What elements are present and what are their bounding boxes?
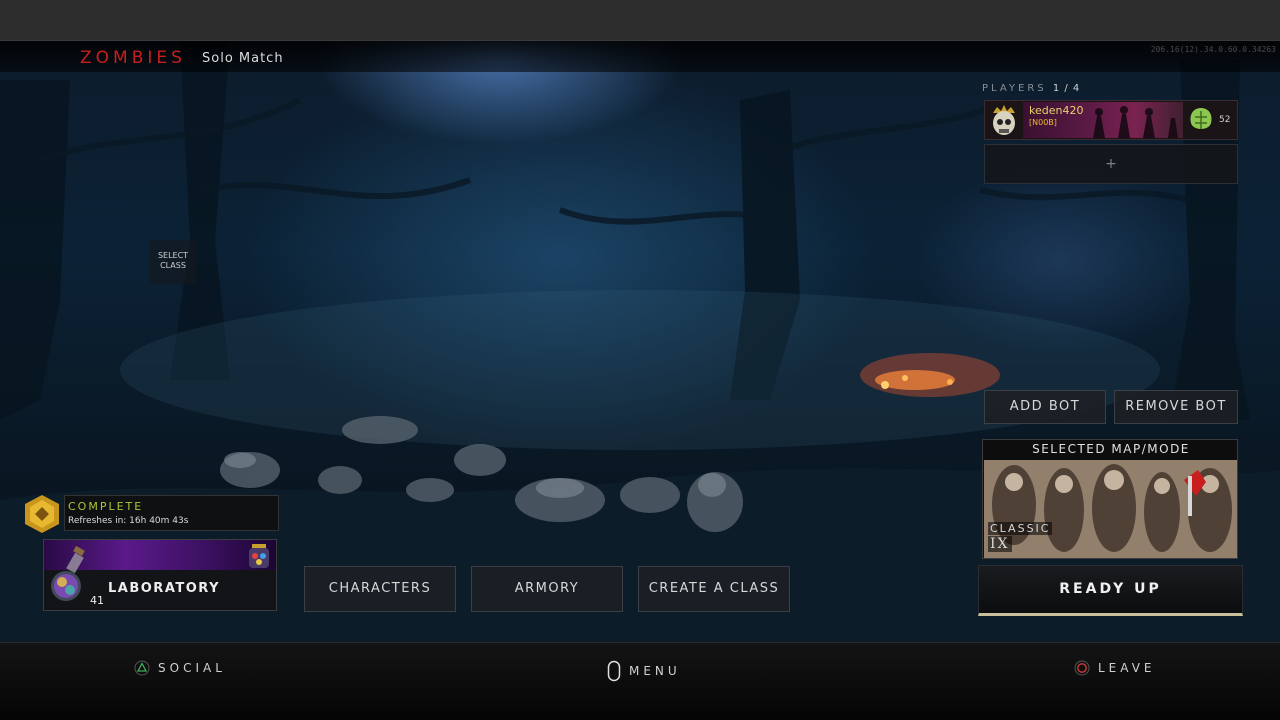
map-number-label: IX <box>988 536 1012 552</box>
touchpad-button-icon <box>607 660 621 682</box>
player-level: 52 <box>1219 115 1231 125</box>
player-clan-tag: [N00B] <box>1029 118 1057 127</box>
social-prompt[interactable]: SOCIAL <box>134 660 226 676</box>
players-count: 1 / 4 <box>1052 83 1081 94</box>
select-class-label-line2: CLASS <box>160 261 186 270</box>
players-label: PLAYERS 1 / 4 <box>982 83 1080 94</box>
prestige-skull-icon <box>993 105 1015 135</box>
ready-up-button[interactable]: READY UP <box>978 565 1243 616</box>
game-mode-title: ZOMBIES <box>80 48 186 68</box>
menu-label: MENU <box>629 664 681 678</box>
challenge-complete-label: COMPLETE <box>68 500 144 513</box>
rank-emblem-icon <box>1190 108 1212 129</box>
selected-map-heading: SELECTED MAP/MODE <box>983 440 1237 460</box>
map-mode-label: CLASSIC <box>988 522 1053 535</box>
header-bar <box>0 40 1280 72</box>
social-label: SOCIAL <box>158 661 226 675</box>
laboratory-label: LABORATORY <box>108 581 220 596</box>
remove-bot-button[interactable]: REMOVE BOT <box>1114 390 1238 424</box>
characters-button[interactable]: CHARACTERS <box>304 566 456 612</box>
selected-map-panel[interactable]: SELECTED MAP/MODE CLASSIC IX <box>982 439 1238 559</box>
match-type-label: Solo Match <box>202 51 284 66</box>
select-class-button[interactable]: SELECT CLASS <box>150 240 196 284</box>
challenge-refresh-timer: Refreshes in: 16h 40m 43s <box>68 516 189 526</box>
elixir-count: 41 <box>90 594 104 607</box>
players-heading: PLAYERS <box>982 83 1047 94</box>
elixir-vial-icon <box>51 546 85 601</box>
triangle-button-icon <box>134 660 150 676</box>
menu-prompt[interactable]: MENU <box>607 660 681 682</box>
leave-prompt[interactable]: LEAVE <box>1074 660 1156 676</box>
challenge-status: COMPLETE Refreshes in: 16h 40m 43s <box>22 494 279 533</box>
armory-button[interactable]: ARMORY <box>471 566 623 612</box>
leave-label: LEAVE <box>1098 661 1156 675</box>
add-bot-button[interactable]: ADD BOT <box>984 390 1106 424</box>
elixir-jar-icon <box>249 544 269 568</box>
player-slot-1[interactable]: keden420 [N00B] 52 <box>984 100 1238 140</box>
challenge-badge-icon <box>25 495 59 533</box>
circle-button-icon <box>1074 660 1090 676</box>
laboratory-button[interactable]: LABORATORY 41 <box>43 539 277 611</box>
select-class-label-line1: SELECT <box>157 251 189 260</box>
player-gamertag: keden420 <box>1029 104 1084 117</box>
map-key-art <box>984 460 1237 558</box>
build-id-text: 206.16(12).34.0.60.0.34263 <box>1150 45 1276 54</box>
create-a-class-button[interactable]: CREATE A CLASS <box>638 566 790 612</box>
empty-player-slot[interactable]: + <box>984 144 1238 184</box>
top-letterbox <box>0 0 1280 40</box>
